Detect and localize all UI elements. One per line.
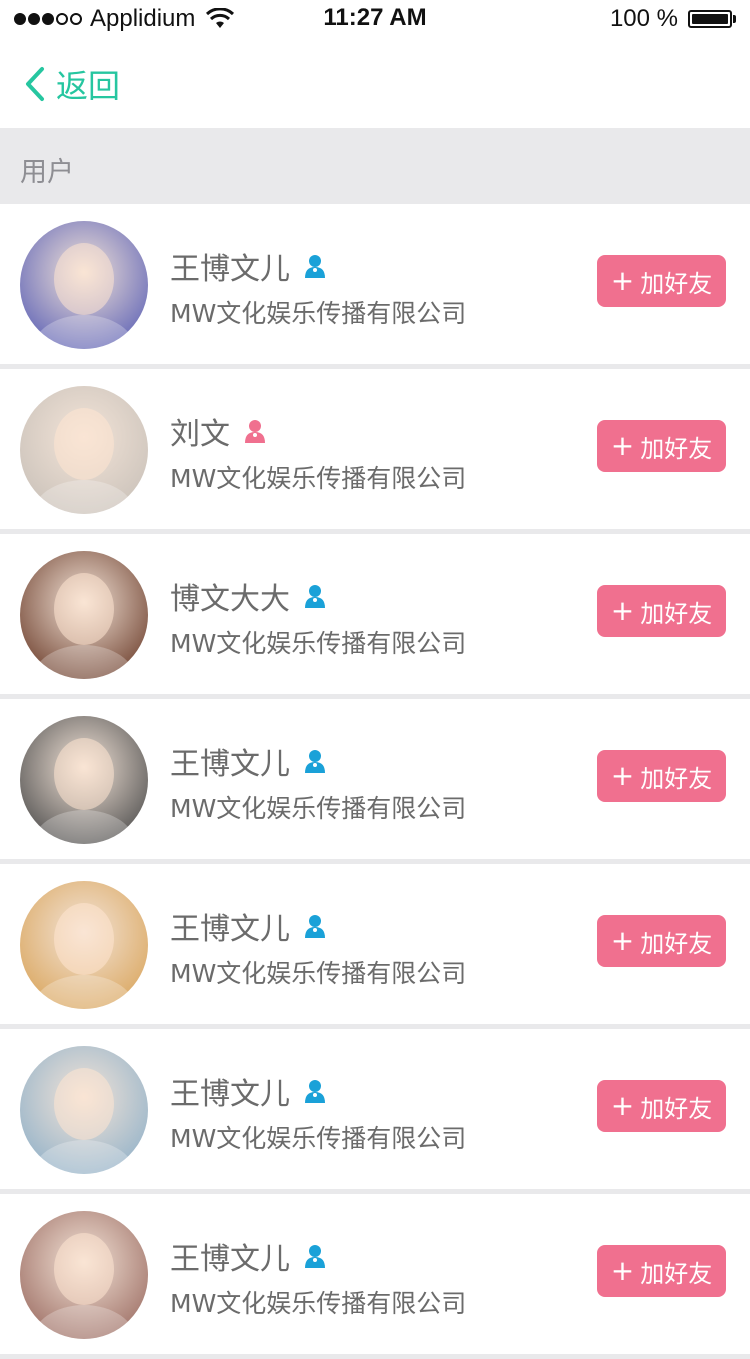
back-label: 返回 (56, 67, 121, 105)
plus-icon: + (610, 1089, 635, 1122)
male-user-icon (305, 750, 325, 773)
avatar[interactable] (20, 1211, 148, 1339)
user-name: 博文大大 (170, 582, 290, 617)
avatar[interactable] (20, 1046, 148, 1174)
add-friend-label: 加好友 (640, 929, 713, 958)
user-company: MW文化娱乐传播有限公司 (170, 464, 467, 493)
battery-icon (688, 10, 732, 28)
add-friend-button[interactable]: + 加好友 (597, 585, 726, 637)
nav-bar: 返回 (0, 40, 750, 128)
user-company: MW文化娱乐传播有限公司 (170, 1289, 467, 1318)
section-title: 用户 (20, 157, 74, 188)
user-company: MW文化娱乐传播有限公司 (170, 629, 467, 658)
user-name: 王博文儿 (170, 912, 290, 947)
add-friend-button[interactable]: + 加好友 (597, 420, 726, 472)
name-line: 王博文儿 (170, 741, 326, 782)
male-user-icon (305, 1080, 325, 1103)
user-name: 王博文儿 (170, 252, 290, 287)
male-user-icon (305, 1245, 325, 1268)
male-user-icon (305, 255, 325, 278)
plus-icon: + (610, 924, 635, 957)
back-button[interactable]: 返回 (22, 62, 120, 106)
user-company: MW文化娱乐传播有限公司 (170, 794, 467, 823)
name-line: 王博文儿 (170, 246, 326, 287)
user-company: MW文化娱乐传播有限公司 (170, 1124, 467, 1153)
user-row[interactable]: 王博文儿 MW文化娱乐传播有限公司 + 加好友 (0, 1194, 750, 1354)
avatar[interactable] (20, 386, 148, 514)
plus-icon: + (610, 759, 635, 792)
add-friend-label: 加好友 (640, 1259, 713, 1288)
user-row[interactable]: 王博文儿 MW文化娱乐传播有限公司 + 加好友 (0, 204, 750, 364)
chevron-left-icon (26, 67, 44, 101)
user-row[interactable]: 王博文儿 MW文化娱乐传播有限公司 + 加好友 (0, 864, 750, 1024)
add-friend-button[interactable]: + 加好友 (597, 1245, 726, 1297)
add-friend-label: 加好友 (640, 764, 713, 793)
add-friend-button[interactable]: + 加好友 (597, 750, 726, 802)
add-friend-button[interactable]: + 加好友 (597, 1080, 726, 1132)
add-friend-label: 加好友 (640, 599, 713, 628)
user-name: 王博文儿 (170, 1077, 290, 1112)
user-company: MW文化娱乐传播有限公司 (170, 299, 467, 328)
plus-icon: + (610, 429, 635, 462)
add-friend-button[interactable]: + 加好友 (597, 255, 726, 307)
name-line: 刘文 (170, 411, 266, 452)
user-company: MW文化娱乐传播有限公司 (170, 959, 467, 988)
battery-indicator: 100 % (610, 4, 736, 34)
user-row[interactable]: 博文大大 MW文化娱乐传播有限公司 + 加好友 (0, 534, 750, 694)
name-line: 博文大大 (170, 576, 326, 617)
add-friend-label: 加好友 (640, 1094, 713, 1123)
user-row[interactable]: 王博文儿 MW文化娱乐传播有限公司 + 加好友 (0, 1029, 750, 1189)
male-user-icon (305, 585, 325, 608)
avatar[interactable] (20, 221, 148, 349)
name-line: 王博文儿 (170, 1071, 326, 1112)
male-user-icon (305, 915, 325, 938)
user-name: 刘文 (170, 417, 230, 452)
battery-cap (733, 15, 736, 23)
status-bar: Applidium 11:27 AM 100 % (0, 0, 750, 40)
user-name: 王博文儿 (170, 747, 290, 782)
add-friend-label: 加好友 (640, 434, 713, 463)
name-line: 王博文儿 (170, 1236, 326, 1277)
plus-icon: + (610, 594, 635, 627)
add-friend-label: 加好友 (640, 269, 713, 298)
section-header: 用户 (0, 128, 750, 204)
user-row[interactable]: 刘文 MW文化娱乐传播有限公司 + 加好友 (0, 369, 750, 529)
user-name: 王博文儿 (170, 1242, 290, 1277)
plus-icon: + (610, 1254, 635, 1287)
female-user-icon (245, 420, 265, 443)
user-list: 王博文儿 MW文化娱乐传播有限公司 + 加好友 刘文 MW文化娱乐传播有限公司 … (0, 204, 750, 1359)
add-friend-button[interactable]: + 加好友 (597, 915, 726, 967)
name-line: 王博文儿 (170, 906, 326, 947)
battery-percent: 100 % (609, 5, 678, 32)
avatar[interactable] (20, 551, 148, 679)
user-row[interactable]: 王博文儿 MW文化娱乐传播有限公司 + 加好友 (0, 699, 750, 859)
plus-icon: + (610, 264, 635, 297)
avatar[interactable] (20, 716, 148, 844)
avatar[interactable] (20, 881, 148, 1009)
